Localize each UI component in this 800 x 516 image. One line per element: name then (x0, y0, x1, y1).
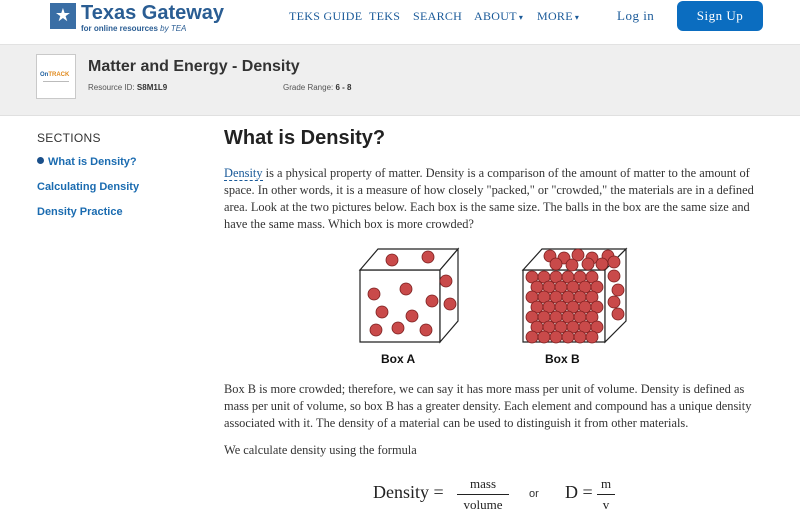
ball (369, 323, 383, 337)
ball (607, 269, 621, 283)
formula-short-numerator: m (600, 476, 612, 491)
login-link[interactable]: Log in (617, 8, 654, 24)
chevron-down-icon: ▾ (518, 13, 524, 22)
formula-short-fraction: m v (597, 476, 615, 513)
formula-fraction: mass volume (457, 476, 509, 513)
sidebar-item-what-is-density[interactable]: What is Density? (37, 156, 137, 168)
ball (585, 330, 599, 344)
star-icon: ★ (50, 3, 76, 29)
ball (405, 309, 419, 323)
logo-subtitle: for online resources by TEA (81, 24, 187, 33)
intro-paragraph: Density is a physical property of matter… (224, 166, 754, 231)
ball (549, 330, 563, 344)
page-title: What is Density? (224, 127, 386, 149)
active-dot-icon (37, 157, 44, 164)
top-navigation: ★ Texas Gateway for online resources by … (0, 0, 800, 45)
sidebar-item-density-practice[interactable]: Density Practice (37, 206, 123, 218)
box-b-label: Box B (545, 352, 580, 366)
chevron-down-icon: ▾ (574, 13, 580, 22)
formula-lhs: Density = (373, 482, 444, 502)
formula-intro: We calculate density using the formula (224, 443, 417, 457)
logo-title: Texas Gateway (81, 2, 225, 24)
nav-more[interactable]: MORE ▾ (537, 9, 579, 24)
nav-about[interactable]: ABOUT ▾ (474, 9, 523, 24)
resource-thumbnail: OnTRACK (36, 54, 76, 99)
ball (561, 330, 575, 344)
ball (399, 282, 413, 296)
ball (375, 305, 389, 319)
density-glossary-link[interactable]: Density (224, 166, 263, 181)
ball (581, 257, 595, 271)
ball (611, 307, 625, 321)
resource-id: Resource ID: S8M1L9 (88, 83, 168, 92)
ball (607, 255, 621, 269)
nav-search[interactable]: SEARCH (413, 9, 462, 24)
formula-short-lhs: D = (565, 482, 593, 502)
ball (549, 257, 563, 271)
ball (595, 257, 609, 271)
nav-teks-guide[interactable]: TEKS GUIDE (289, 9, 362, 24)
ball (573, 330, 587, 344)
formula-numerator: mass (470, 476, 496, 491)
sidebar-item-calculating-density[interactable]: Calculating Density (37, 181, 139, 193)
ball (367, 287, 381, 301)
ball (425, 294, 439, 308)
ball (611, 283, 625, 297)
ball (607, 295, 621, 309)
ball (385, 253, 399, 267)
nav-teks[interactable]: TEKS (369, 9, 400, 24)
ball (525, 330, 539, 344)
ball (419, 323, 433, 337)
resource-title: Matter and Energy - Density (88, 58, 300, 75)
ontrack-logo: OnTRACK (40, 72, 70, 78)
resource-header: OnTRACK Matter and Energy - Density Reso… (0, 45, 800, 116)
grade-range: Grade Range: 6 - 8 (283, 83, 352, 92)
box-b-paragraph: Box B is more crowded; therefore, we can… (224, 382, 752, 430)
ball (439, 274, 453, 288)
density-formula: Density = mass volume or D = m v (0, 476, 800, 516)
ball (565, 258, 579, 272)
signup-button[interactable]: Sign Up (677, 1, 763, 31)
formula-denominator: volume (463, 497, 503, 512)
formula-or: or (529, 488, 539, 500)
sections-heading: SECTIONS (37, 131, 101, 145)
ball (421, 250, 435, 264)
ball (391, 321, 405, 335)
formula-short-denominator: v (602, 497, 610, 512)
box-a-label: Box A (381, 352, 416, 366)
ball (537, 330, 551, 344)
ball (443, 297, 457, 311)
